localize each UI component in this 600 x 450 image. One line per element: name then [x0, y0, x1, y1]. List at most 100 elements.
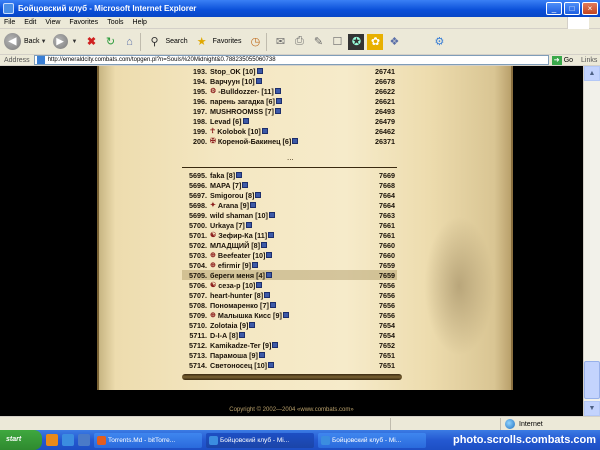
- taskbar-task[interactable]: Бойцовский клуб - Mi...: [318, 432, 426, 448]
- player-name[interactable]: Светоносец: [210, 361, 252, 370]
- player-info-icon[interactable]: [242, 118, 249, 124]
- back-button[interactable]: ◀ Back ▼: [4, 33, 47, 50]
- ie-quicklaunch-icon[interactable]: [62, 434, 74, 446]
- player-info-icon[interactable]: [256, 282, 263, 288]
- player-info-icon[interactable]: [256, 68, 263, 74]
- player-name[interactable]: Smigorou: [210, 191, 244, 200]
- menu-help[interactable]: Help: [133, 19, 147, 26]
- player-name[interactable]: Kolobok: [217, 127, 246, 136]
- icq-icon[interactable]: ✿: [367, 33, 384, 50]
- player-info-icon[interactable]: [274, 108, 281, 114]
- player-name[interactable]: MUSHROOMSS: [210, 107, 263, 116]
- menu-favorites[interactable]: Favorites: [69, 19, 98, 26]
- player-info-icon[interactable]: [268, 232, 275, 238]
- player-name[interactable]: Arana: [218, 201, 238, 210]
- player-name[interactable]: Levad: [210, 117, 231, 126]
- minimize-button[interactable]: _: [546, 2, 562, 15]
- player-name[interactable]: Парамоша: [210, 351, 247, 360]
- links-button[interactable]: Links: [581, 57, 597, 64]
- player-name[interactable]: МАРА: [210, 181, 231, 190]
- rank-number: 5706.: [189, 280, 207, 290]
- scroll-up-icon[interactable]: ▲: [584, 66, 600, 81]
- stop-icon[interactable]: ✖: [83, 34, 99, 50]
- player-name[interactable]: wild shaman: [210, 211, 253, 220]
- player-info-icon[interactable]: [255, 192, 262, 198]
- player-name[interactable]: heart-hunter: [210, 291, 252, 300]
- player-info-icon[interactable]: [236, 172, 243, 178]
- research-icon[interactable]: ❖: [386, 34, 402, 50]
- player-info-icon[interactable]: [249, 322, 256, 328]
- player-info-icon[interactable]: [265, 272, 272, 278]
- player-name[interactable]: Kamikadze-Ter: [210, 341, 261, 350]
- menu-file[interactable]: File: [4, 19, 15, 26]
- player-level: [7]: [235, 220, 245, 230]
- forward-button[interactable]: ▶ ▼: [52, 34, 77, 49]
- start-button[interactable]: start: [0, 430, 42, 450]
- player-info-icon[interactable]: [282, 312, 289, 318]
- player-info-icon[interactable]: [275, 98, 282, 104]
- player-info-icon[interactable]: [272, 342, 279, 348]
- home-icon[interactable]: ⌂: [121, 34, 137, 50]
- firefox-icon[interactable]: [46, 434, 58, 446]
- player-info-icon[interactable]: [266, 252, 273, 258]
- mail-icon[interactable]: ✉: [272, 34, 288, 50]
- player-name[interactable]: Stop_OK: [210, 67, 241, 76]
- discuss-icon[interactable]: ☐: [329, 34, 345, 50]
- url-input[interactable]: http://emeraldcity.combats.com/topgen.pl…: [33, 55, 549, 65]
- close-button[interactable]: ×: [582, 2, 598, 15]
- print-icon[interactable]: ⎙: [291, 34, 307, 50]
- player-name[interactable]: Beefeater: [218, 251, 251, 260]
- ranking-row: 5713. Парамоша [9] 7651: [182, 350, 397, 360]
- player-info-icon[interactable]: [292, 138, 299, 144]
- player-score: 7656: [379, 280, 395, 290]
- menu-edit[interactable]: Edit: [24, 19, 36, 26]
- player-info-icon[interactable]: [268, 362, 275, 368]
- player-name[interactable]: Малышка Кисс: [218, 311, 271, 320]
- player-info-icon[interactable]: [258, 352, 265, 358]
- player-info-icon[interactable]: [252, 262, 259, 268]
- player-name[interactable]: сеза-р: [218, 281, 240, 290]
- search-button[interactable]: ⚲ Search: [146, 34, 187, 50]
- menu-tools[interactable]: Tools: [107, 19, 123, 26]
- player-name[interactable]: D-I-A: [210, 331, 227, 340]
- rank-number: 5704.: [189, 260, 207, 270]
- tools-icon[interactable]: ⚙: [431, 34, 447, 50]
- player-name[interactable]: -Bulldozzer-: [218, 87, 259, 96]
- player-info-icon[interactable]: [242, 182, 249, 188]
- scroll-down-icon[interactable]: ▼: [584, 401, 600, 416]
- edit-icon[interactable]: ✎: [310, 34, 326, 50]
- favorites-button[interactable]: ★ Favorites: [194, 34, 242, 50]
- player-name[interactable]: Кореной-Бакинец: [218, 137, 281, 146]
- player-info-icon[interactable]: [274, 88, 281, 94]
- player-name[interactable]: Варчуун: [210, 77, 240, 86]
- player-name[interactable]: парень загадка: [210, 97, 264, 106]
- history-icon[interactable]: ◷: [247, 34, 263, 50]
- player-info-icon[interactable]: [238, 332, 245, 338]
- messenger-icon[interactable]: ✪: [348, 33, 365, 50]
- player-name[interactable]: береги меня: [210, 271, 254, 280]
- player-info-icon[interactable]: [268, 212, 275, 218]
- player-info-icon[interactable]: [261, 242, 268, 248]
- vertical-scrollbar[interactable]: ▲ ▼: [583, 66, 600, 416]
- taskbar-task[interactable]: Бойцовский клуб - Mi...: [206, 432, 314, 448]
- player-info-icon[interactable]: [245, 222, 252, 228]
- player-info-icon[interactable]: [264, 292, 271, 298]
- player-info-icon[interactable]: [250, 202, 257, 208]
- player-name[interactable]: faka: [210, 171, 224, 180]
- taskbar-task[interactable]: Torrents.Md - bitTorre...: [94, 432, 202, 448]
- refresh-icon[interactable]: ↻: [102, 34, 118, 50]
- player-name[interactable]: Зефир-Ка: [218, 231, 252, 240]
- player-info-icon[interactable]: [269, 302, 276, 308]
- player-name[interactable]: Zolotaia: [210, 321, 238, 330]
- go-button[interactable]: ➜ Go: [551, 55, 573, 65]
- show-desktop-icon[interactable]: [78, 434, 90, 446]
- player-name[interactable]: МЛАДЩИЙ: [210, 241, 249, 250]
- player-name[interactable]: Пономаренко: [210, 301, 258, 310]
- scroll-thumb[interactable]: [584, 361, 600, 399]
- player-info-icon[interactable]: [255, 78, 262, 84]
- menu-view[interactable]: View: [45, 19, 60, 26]
- maximize-button[interactable]: □: [564, 2, 580, 15]
- player-info-icon[interactable]: [261, 128, 268, 134]
- player-name[interactable]: efirmir: [218, 261, 240, 270]
- player-name[interactable]: Urkaya: [210, 221, 234, 230]
